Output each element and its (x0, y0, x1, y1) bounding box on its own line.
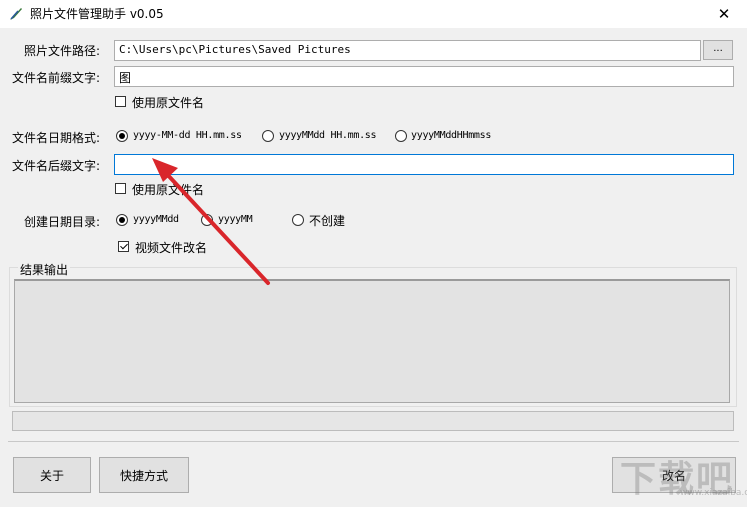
date-dir-radio-2[interactable] (201, 214, 213, 226)
title-bar: 照片文件管理助手 v0.05 ✕ (0, 0, 747, 28)
close-button[interactable]: ✕ (701, 0, 747, 28)
watermark-url: www.xiazaiba.com (680, 488, 747, 498)
progress-bar (12, 411, 734, 431)
results-output[interactable] (14, 279, 730, 403)
browse-button[interactable]: ... (703, 40, 733, 60)
window-title: 照片文件管理助手 v0.05 (30, 7, 164, 21)
date-dir-radio-3[interactable] (292, 214, 304, 226)
suffix-label: 文件名后缀文字: (12, 159, 101, 173)
suffix-use-original-label: 使用原文件名 (132, 183, 205, 197)
date-format-radio-2[interactable] (262, 130, 274, 142)
video-rename-checkbox[interactable] (118, 241, 129, 252)
results-label: 结果输出 (18, 261, 71, 278)
prefix-use-original-checkbox[interactable] (115, 96, 126, 107)
shortcut-button[interactable]: 快捷方式 (99, 457, 189, 493)
date-dir-label: 创建日期目录: (24, 215, 101, 229)
date-dir-option-1: yyyyMMdd (133, 214, 179, 225)
app-feather-icon (10, 8, 22, 20)
date-format-option-1: yyyy-MM-dd HH.mm.ss (133, 130, 242, 141)
date-format-radio-3[interactable] (395, 130, 407, 142)
prefix-use-original-label: 使用原文件名 (132, 96, 205, 110)
date-format-option-3: yyyyMMddHHmmss (411, 130, 492, 141)
suffix-input[interactable] (114, 154, 734, 175)
video-rename-label: 视频文件改名 (135, 241, 208, 255)
suffix-use-original-checkbox[interactable] (115, 183, 126, 194)
prefix-input[interactable]: 图 (114, 66, 734, 87)
date-dir-radio-1[interactable] (116, 214, 128, 226)
date-format-radio-1[interactable] (116, 130, 128, 142)
date-format-option-2: yyyyMMdd HH.mm.ss (279, 130, 377, 141)
close-icon: ✕ (717, 5, 731, 23)
prefix-label: 文件名前缀文字: (12, 71, 101, 85)
date-dir-option-2: yyyyMM (218, 214, 253, 225)
date-dir-option-3: 不创建 (309, 214, 346, 228)
about-button[interactable]: 关于 (13, 457, 91, 493)
path-input[interactable]: C:\Users\pc\Pictures\Saved Pictures (114, 40, 701, 61)
path-label: 照片文件路径: (24, 44, 101, 58)
divider (8, 441, 739, 442)
date-format-label: 文件名日期格式: (12, 131, 101, 145)
